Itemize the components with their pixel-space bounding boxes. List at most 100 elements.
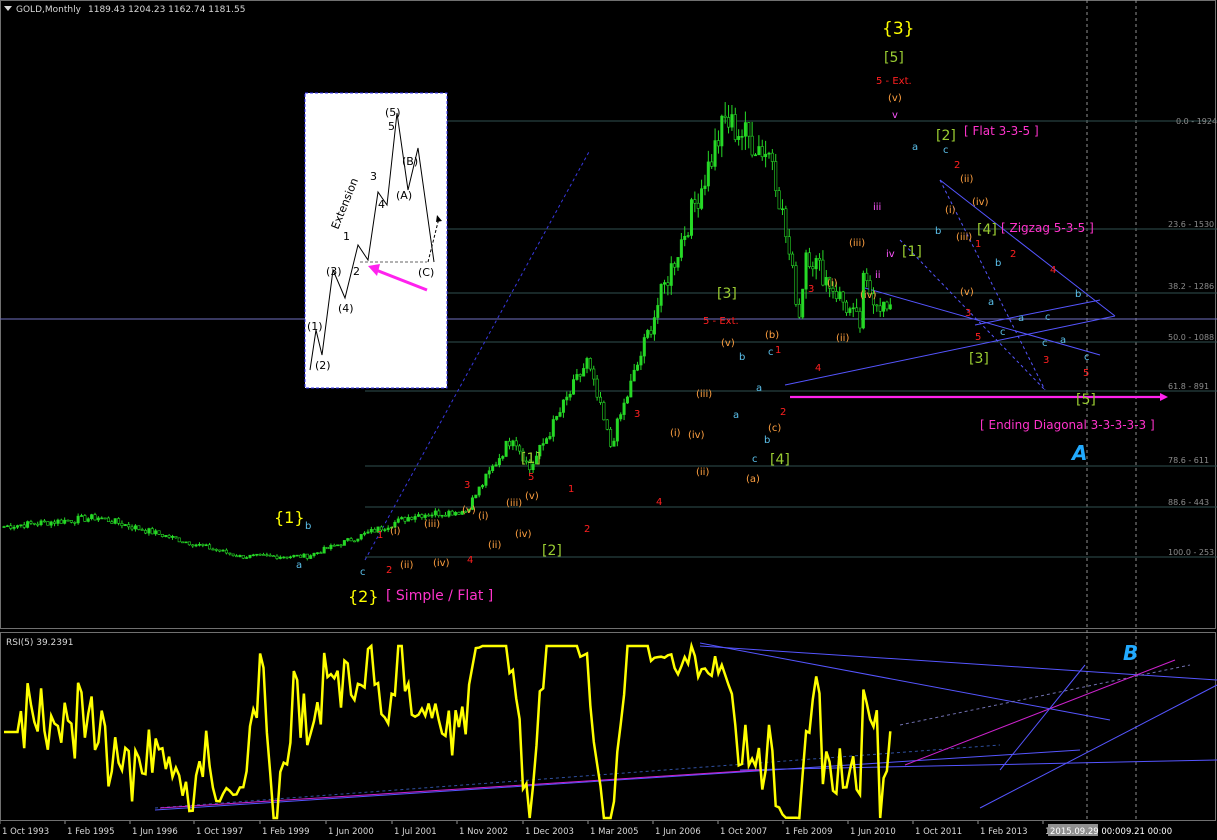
candle-body	[602, 402, 606, 421]
candle-body	[669, 263, 673, 286]
candle-body	[437, 510, 441, 517]
wave-int-2: [2]	[542, 543, 562, 559]
candle-body	[713, 140, 717, 167]
candle-body	[447, 510, 451, 517]
wave-count-label: (v)	[721, 338, 735, 349]
candle-body	[760, 146, 764, 158]
wave-count-label: a	[1060, 335, 1066, 346]
wave-count-label: (i)	[945, 205, 956, 216]
candle-body	[801, 288, 805, 318]
wave-count-label: 1	[568, 484, 574, 495]
candle-body	[248, 554, 252, 558]
candle-body	[716, 140, 720, 147]
wave-count-label: c	[1084, 352, 1090, 363]
candle-body	[814, 258, 818, 270]
candle-body	[184, 541, 188, 544]
wave-count-label: a	[756, 383, 762, 394]
candle-body	[679, 239, 683, 258]
candle-body	[295, 554, 299, 557]
fib-label: 38.2 - 1286	[1168, 282, 1214, 291]
candle-body	[258, 553, 262, 556]
wave-count-label: 1	[975, 239, 981, 250]
candle-body	[858, 311, 862, 329]
wave-count-label: 2	[1010, 249, 1016, 260]
wave-count-label: v	[892, 110, 898, 121]
candle-body	[400, 517, 404, 520]
candle-body	[154, 530, 158, 535]
candle-body	[818, 258, 822, 261]
candle-body	[373, 529, 377, 533]
candle-body	[700, 188, 704, 209]
candle-body	[595, 378, 599, 398]
candle-body	[646, 330, 650, 338]
wave-primary-1: {1}	[274, 508, 305, 527]
wave-count-label: (iii)	[424, 519, 440, 530]
wave-count-label: b	[305, 521, 311, 532]
candle-body	[625, 396, 629, 404]
candle-body	[851, 307, 855, 310]
candle-body	[282, 556, 286, 559]
candle-body	[605, 419, 609, 430]
inset-wave-label: (3)	[326, 265, 342, 278]
candle-body	[477, 486, 481, 496]
wave-int-1b: [1]	[902, 244, 922, 260]
candle-body	[565, 396, 569, 401]
candle-body	[794, 265, 798, 305]
candle-body	[433, 510, 437, 516]
candle-body	[723, 115, 727, 118]
collapse-triangle-icon[interactable]	[4, 6, 12, 11]
fib-label: 23.6 - 1530	[1168, 220, 1214, 229]
wave-count-label: 4	[815, 363, 821, 374]
candle-body	[299, 554, 303, 558]
candle-body	[305, 553, 309, 559]
wave-count-label: 5	[975, 332, 981, 343]
candle-body	[26, 521, 30, 528]
wave-count-label: (i)	[390, 526, 401, 537]
wave-count-label: (i)	[478, 511, 489, 522]
candle-body	[285, 556, 289, 559]
wave-count-label: 3	[1043, 355, 1049, 366]
candle-body	[703, 185, 707, 189]
candle-body	[120, 523, 124, 527]
candle-body	[53, 521, 57, 524]
candle-body	[572, 379, 576, 395]
candle-body	[366, 531, 370, 534]
wave-count-label: (iv)	[688, 430, 705, 441]
candle-body	[844, 301, 848, 313]
candle-body	[211, 548, 215, 551]
candle-body	[181, 541, 185, 544]
candle-body	[171, 535, 175, 538]
candle-body	[5, 525, 9, 528]
candle-body	[807, 252, 811, 267]
candle-body	[649, 330, 653, 335]
candle-body	[740, 136, 744, 138]
wave-count-label: (v)	[960, 287, 974, 298]
wave-count-label: c	[360, 567, 366, 578]
wave-count-label: (iii)	[956, 232, 972, 243]
candle-body	[423, 514, 427, 518]
candle-body	[558, 412, 562, 417]
rsi-trend-lines	[154, 642, 1217, 811]
candle-body	[2, 526, 6, 528]
candle-body	[487, 470, 491, 475]
candle-body	[545, 438, 549, 444]
candle-body	[770, 152, 774, 162]
candle-body	[369, 529, 373, 533]
candle-body	[144, 530, 148, 534]
wave-primary-2: {2}	[348, 587, 379, 606]
candle-body	[39, 520, 43, 526]
wave-count-label: 2	[584, 524, 590, 535]
candle-body	[383, 529, 387, 531]
candle-body	[821, 259, 825, 286]
wave-count-label: c	[752, 454, 758, 465]
wave-count-label: (ii)	[960, 174, 973, 185]
wave-count-label: (iv)	[515, 529, 532, 540]
x-axis-label: 1 Mar 2005	[590, 827, 638, 837]
candle-body	[747, 122, 751, 137]
zigzag-label: [ Zigzag 5-3-5 ]	[1001, 221, 1094, 235]
fib-label: 61.8 - 891	[1168, 382, 1209, 391]
rsi-label: RSI(5) 39.2391	[6, 638, 73, 648]
candle-body	[194, 544, 198, 547]
candle-body	[673, 263, 677, 268]
candle-body	[875, 304, 879, 307]
